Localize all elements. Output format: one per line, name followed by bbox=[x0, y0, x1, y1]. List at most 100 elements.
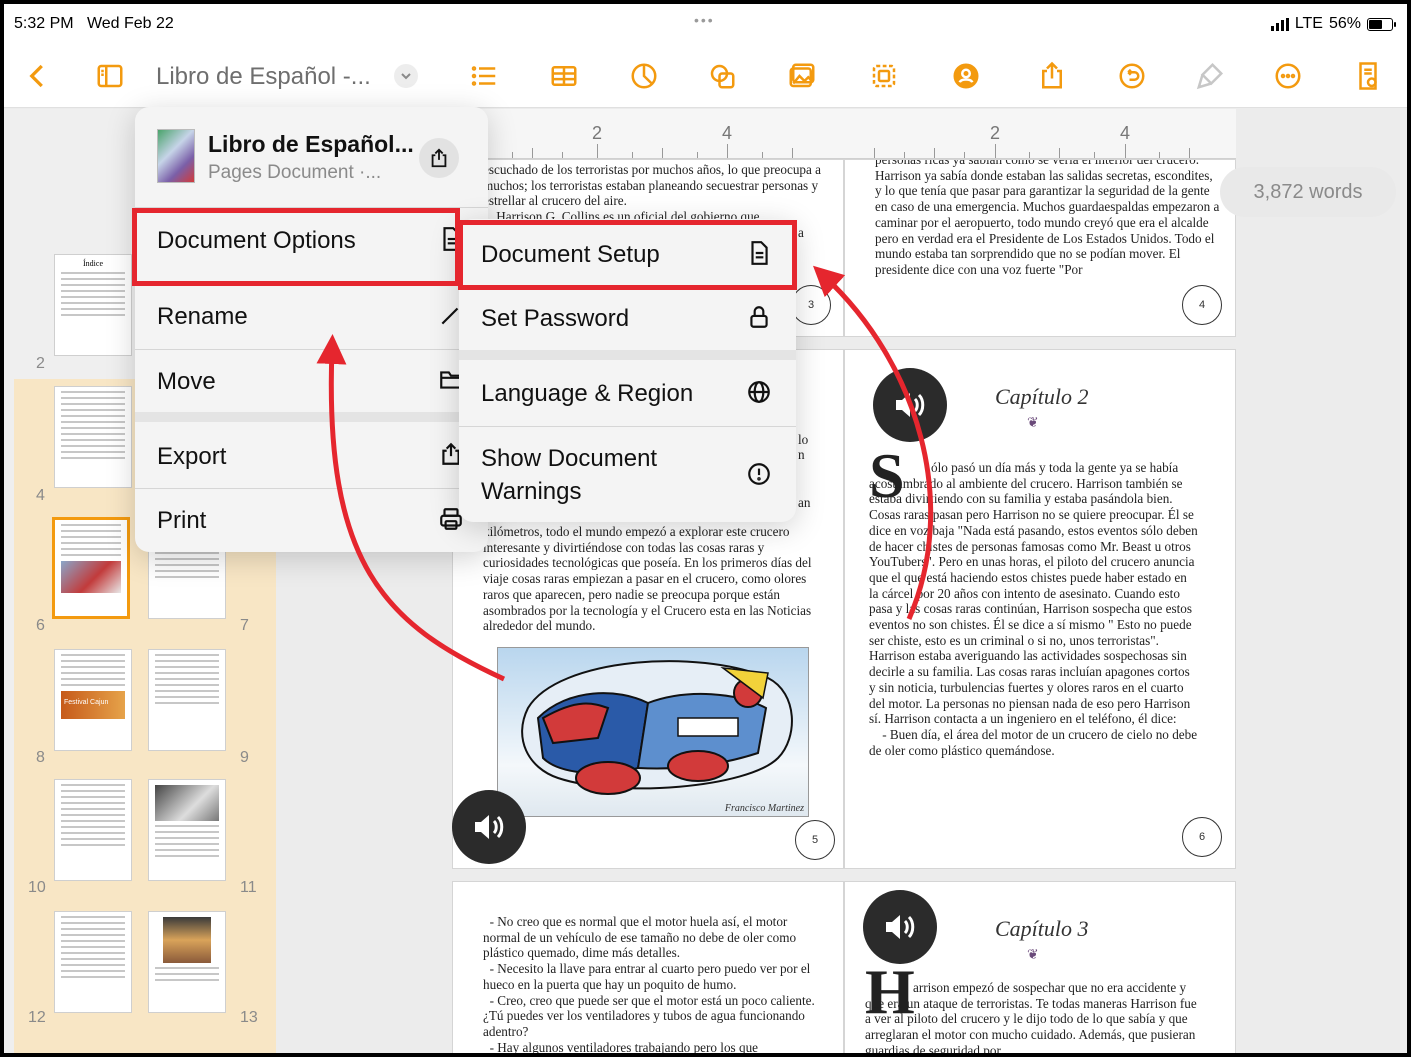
ruler-mark: 4 bbox=[722, 123, 733, 143]
ruler-left: 2 4 bbox=[452, 109, 844, 159]
globe-icon bbox=[746, 379, 772, 405]
document-menu: Libro de Español... Pages Document ·... … bbox=[135, 107, 488, 552]
word-count-badge[interactable]: 3,872 words bbox=[1220, 167, 1396, 217]
page-number: 2 bbox=[36, 355, 45, 372]
format-brush-icon[interactable] bbox=[1192, 58, 1228, 94]
page-text-fragment: n bbox=[798, 447, 805, 462]
page-number: 12 bbox=[28, 1009, 46, 1026]
ornament-icon: ❦ bbox=[1027, 946, 1039, 962]
page-text-fragment: an bbox=[798, 495, 811, 510]
menu-item-print[interactable]: Print bbox=[135, 488, 488, 552]
page-number: 8 bbox=[36, 749, 45, 766]
multitasking-dots[interactable]: ••• bbox=[694, 12, 715, 28]
screen: 5:32 PM Wed Feb 22 ••• LTE 56% Libro de … bbox=[0, 0, 1411, 1057]
chapter-title: Capítulo 2 bbox=[995, 384, 1089, 409]
toolbar: Libro de Español -... bbox=[4, 44, 1407, 108]
page-6[interactable]: Capítulo 2 ❦ S ólo pasó un día más y tod… bbox=[844, 349, 1236, 869]
page-thumbnail[interactable] bbox=[54, 386, 132, 488]
page-number: 9 bbox=[240, 749, 249, 766]
page-thumbnail-selected[interactable] bbox=[52, 517, 130, 619]
menu-item-label: Move bbox=[157, 368, 216, 395]
ruler-right: 2 4 bbox=[844, 109, 1236, 159]
submenu-item-set-password[interactable]: Set Password bbox=[459, 287, 796, 350]
annotation-box-document-options bbox=[132, 208, 460, 286]
page-text: ólo pasó un día más y toda la gente ya s… bbox=[869, 460, 1198, 758]
menu-doc-subtitle: Pages Document ·... bbox=[208, 162, 382, 183]
page-text: - No creo que es normal que el motor hue… bbox=[483, 914, 815, 1055]
signal-icon bbox=[1270, 17, 1289, 31]
airship-drawing bbox=[521, 660, 793, 795]
undo-icon[interactable] bbox=[1114, 58, 1150, 94]
sidebar-icon[interactable] bbox=[92, 58, 128, 94]
chapter-title: Capítulo 3 bbox=[995, 916, 1089, 941]
battery-icon bbox=[1367, 17, 1396, 31]
menu-item-move[interactable]: Move bbox=[135, 349, 488, 412]
airship-illustration[interactable]: Francisco Martinez bbox=[497, 647, 809, 817]
page-thumbnail[interactable] bbox=[148, 911, 226, 1013]
chart-icon[interactable] bbox=[626, 58, 662, 94]
speaker-icon[interactable] bbox=[452, 790, 526, 864]
page-number: 13 bbox=[240, 1009, 258, 1026]
table-icon[interactable] bbox=[546, 58, 582, 94]
page-thumbnail[interactable] bbox=[148, 649, 226, 751]
document-icon[interactable] bbox=[1350, 58, 1386, 94]
lock-icon bbox=[746, 304, 772, 330]
ruler-mark: 2 bbox=[592, 123, 603, 143]
thumb-orange-label: Festival Cajun bbox=[64, 699, 109, 706]
back-chevron-icon[interactable] bbox=[20, 58, 56, 94]
page-number: 11 bbox=[240, 879, 257, 896]
submenu-item-show-warnings[interactable]: Show Document Warnings bbox=[459, 426, 796, 522]
ruler-mark: 2 bbox=[990, 123, 1001, 143]
speaker-icon[interactable] bbox=[863, 890, 937, 964]
collaborate-icon[interactable] bbox=[948, 58, 984, 94]
page-text-fragment: lo bbox=[798, 432, 809, 447]
menu-share-button[interactable] bbox=[419, 138, 459, 178]
page-number-circle: 3 bbox=[791, 285, 831, 325]
annotation-box-document-setup bbox=[458, 220, 797, 290]
document-title[interactable]: Libro de Español -... bbox=[156, 63, 371, 91]
ornament-icon: ❦ bbox=[1027, 414, 1039, 430]
speaker-icon[interactable] bbox=[873, 368, 947, 442]
status-time: 5:32 PM Wed Feb 22 bbox=[14, 15, 174, 32]
status-indicators: LTE 56% bbox=[1270, 15, 1396, 33]
menu-item-label: Export bbox=[157, 443, 227, 470]
page-text-fragment: a bbox=[798, 225, 804, 240]
more-icon[interactable] bbox=[1270, 58, 1306, 94]
page-number: 7 bbox=[240, 617, 249, 634]
network-label: LTE bbox=[1294, 15, 1323, 32]
page-number: 10 bbox=[28, 879, 46, 896]
submenu-item-language-region[interactable]: Language & Region bbox=[459, 360, 796, 426]
page-thumbnail[interactable] bbox=[54, 911, 132, 1013]
menu-item-rename[interactable]: Rename bbox=[135, 284, 488, 347]
page-4[interactable]: personas ricas ya sabían como se vería e… bbox=[844, 159, 1236, 337]
page-number-circle: 4 bbox=[1182, 285, 1222, 325]
page-thumbnail[interactable]: Índice bbox=[54, 254, 132, 356]
share-icon[interactable] bbox=[1034, 58, 1070, 94]
menu-item-export[interactable]: Export bbox=[135, 422, 488, 487]
page-8[interactable]: Capítulo 3 ❦ H arrison empezó de sospech… bbox=[844, 881, 1236, 1053]
arrange-icon[interactable] bbox=[866, 58, 902, 94]
shape-icon[interactable] bbox=[704, 58, 740, 94]
menu-doc-name: Libro de Español... bbox=[208, 131, 414, 157]
page-number: 4 bbox=[36, 487, 45, 504]
page-text: kilómetros, todo el mundo empezó a explo… bbox=[483, 524, 812, 634]
media-icon[interactable] bbox=[784, 58, 820, 94]
menu-item-label: Rename bbox=[157, 303, 248, 330]
page-thumbnail[interactable] bbox=[54, 779, 132, 881]
warning-icon bbox=[746, 461, 772, 487]
page-text: escuchado de los terroristas por muchos … bbox=[483, 162, 822, 225]
list-icon[interactable] bbox=[466, 58, 502, 94]
thumb-index-title: Índice bbox=[83, 259, 103, 268]
page-number-circle: 6 bbox=[1182, 817, 1222, 857]
title-dropdown-icon[interactable] bbox=[394, 64, 418, 88]
page-thumbnail[interactable]: Festival Cajun bbox=[54, 649, 132, 751]
menu-item-label: Show Document Warnings bbox=[481, 445, 658, 505]
battery-percent: 56% bbox=[1328, 15, 1361, 32]
page-text: personas ricas ya sabían como se vería e… bbox=[875, 159, 1220, 277]
page-number: 6 bbox=[36, 617, 45, 634]
page-7[interactable]: - No creo que es normal que el motor hue… bbox=[452, 881, 844, 1055]
page-thumbnail[interactable] bbox=[148, 779, 226, 881]
menu-item-label: Set Password bbox=[481, 305, 630, 332]
menu-item-label: Print bbox=[157, 507, 207, 534]
ruler-mark: 4 bbox=[1120, 123, 1131, 143]
